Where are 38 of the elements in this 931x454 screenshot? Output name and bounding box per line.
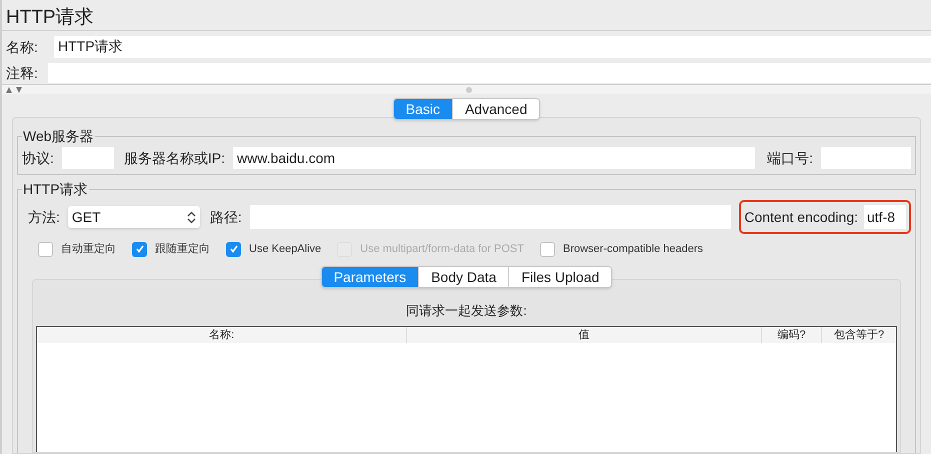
collapse-arrows-icon[interactable] — [6, 86, 24, 92]
column-header[interactable]: 名称: — [37, 327, 406, 343]
checkmark-icon — [134, 244, 144, 254]
checkbox-label: Use multipart/form-data for POST — [360, 242, 524, 257]
checkbox-label: 跟随重定向 — [155, 242, 210, 257]
checkmark-icon — [228, 244, 238, 254]
group-title: HTTP请求 — [22, 180, 89, 199]
name-label: 名称: — [5, 38, 39, 56]
checkbox[interactable] — [540, 242, 555, 256]
tab[interactable]: Files Upload — [508, 267, 612, 287]
tab[interactable]: Body Data — [418, 267, 508, 287]
checkbox[interactable] — [226, 242, 241, 256]
column-header[interactable]: 编码? — [761, 327, 821, 343]
column-header[interactable]: 包含等于? — [821, 327, 896, 343]
parameters-caption: 同请求一起发送参数: — [405, 302, 528, 320]
group-title: Web服务器 — [22, 127, 95, 146]
comment-field[interactable] — [48, 63, 931, 83]
tab[interactable]: Advanced — [452, 99, 540, 119]
checkbox-label: Browser-compatible headers — [562, 242, 703, 257]
server-field[interactable]: www.baidu.com — [233, 147, 756, 169]
chevron-updown-icon — [186, 210, 196, 224]
checkbox-label: Use KeepAlive — [249, 242, 322, 257]
window-title: HTTP请求 — [5, 6, 95, 30]
checkbox[interactable] — [38, 242, 53, 256]
checkbox-label: 自动重定向 — [61, 242, 116, 257]
server-label: 服务器名称或IP: — [124, 148, 226, 168]
encoding-label: Content encoding: — [744, 208, 858, 227]
path-label: 路径: — [210, 208, 242, 226]
method-select[interactable]: GET — [68, 206, 200, 228]
column-header[interactable]: 值 — [406, 327, 761, 343]
comment-label: 注释: — [5, 64, 39, 82]
splitter-handle-icon[interactable] — [466, 86, 472, 92]
method-label: 方法: — [28, 208, 60, 226]
port-label: 端口号: — [767, 148, 813, 168]
encoding-field[interactable]: utf-8 — [864, 205, 906, 229]
protocol-label: 协议: — [22, 148, 54, 168]
checkbox[interactable] — [132, 242, 147, 256]
name-field[interactable]: HTTP请求 — [54, 36, 931, 58]
